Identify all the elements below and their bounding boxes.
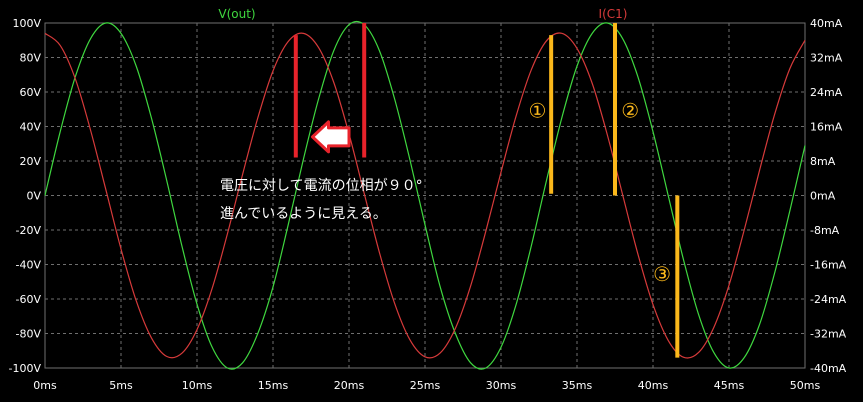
y-right-tick-label: 40mA bbox=[810, 17, 843, 30]
x-tick-label: 25ms bbox=[410, 379, 441, 392]
y-left-tick-label: -80V bbox=[16, 328, 42, 341]
legend-label: V(out) bbox=[218, 7, 255, 21]
x-tick-label: 50ms bbox=[790, 379, 821, 392]
y-left-tick-label: 40V bbox=[19, 121, 41, 134]
y-right-tick-label: -32mA bbox=[810, 328, 847, 341]
y-right-tick-label: -40mA bbox=[810, 362, 847, 375]
y-left-tick-label: 100V bbox=[12, 17, 41, 30]
y-right-tick-label: -24mA bbox=[810, 293, 847, 306]
x-tick-label: 0ms bbox=[33, 379, 57, 392]
y-left-tick-label: 20V bbox=[19, 155, 41, 168]
x-tick-label: 45ms bbox=[714, 379, 745, 392]
y-left-tick-label: 80V bbox=[19, 52, 41, 65]
y-right-tick-label: 16mA bbox=[810, 121, 843, 134]
tick-labels: 100V 80V 60V 40V 20V 0V -20V -40V -60V -80V -100V 4… bbox=[9, 17, 847, 392]
y-right-tick-label: 32mA bbox=[810, 52, 843, 65]
y-left-tick-label: 60V bbox=[19, 86, 41, 99]
y-left-tick-label: -40V bbox=[16, 259, 42, 272]
grid bbox=[44, 22, 806, 369]
note-line: 進んでいるように見える。 bbox=[220, 206, 387, 222]
y-right-tick-label: -16mA bbox=[810, 259, 847, 272]
y-left-tick-label: 0V bbox=[26, 190, 41, 203]
marker-number: ③ bbox=[653, 262, 671, 286]
chart-window: 100V 80V 60V 40V 20V 0V -20V -40V -60V -80V -100V 4… bbox=[0, 0, 863, 402]
x-tick-label: 15ms bbox=[258, 379, 289, 392]
legend-label: I(C1) bbox=[599, 7, 628, 21]
y-left-tick-label: -20V bbox=[16, 224, 42, 237]
note-line: 電圧に対して電流の位相が９０° bbox=[220, 178, 423, 194]
y-left-tick-label: -60V bbox=[16, 293, 42, 306]
x-tick-label: 10ms bbox=[182, 379, 213, 392]
waveform-chart: 100V 80V 60V 40V 20V 0V -20V -40V -60V -80V -100V 4… bbox=[9, 7, 847, 392]
legend: V(out) I(C1) bbox=[218, 7, 627, 21]
y-right-tick-label: -8mA bbox=[810, 224, 840, 237]
x-tick-label: 30ms bbox=[486, 379, 517, 392]
y-right-tick-label: 8mA bbox=[810, 155, 836, 168]
x-tick-label: 35ms bbox=[562, 379, 593, 392]
x-tick-label: 20ms bbox=[334, 379, 365, 392]
marker-number: ② bbox=[621, 98, 639, 122]
x-tick-label: 40ms bbox=[638, 379, 669, 392]
y-left-tick-label: -100V bbox=[9, 362, 42, 375]
x-tick-label: 5ms bbox=[109, 379, 133, 392]
marker-number: ① bbox=[529, 98, 547, 122]
y-right-tick-label: 24mA bbox=[810, 86, 843, 99]
y-right-tick-label: 0mA bbox=[810, 190, 836, 203]
